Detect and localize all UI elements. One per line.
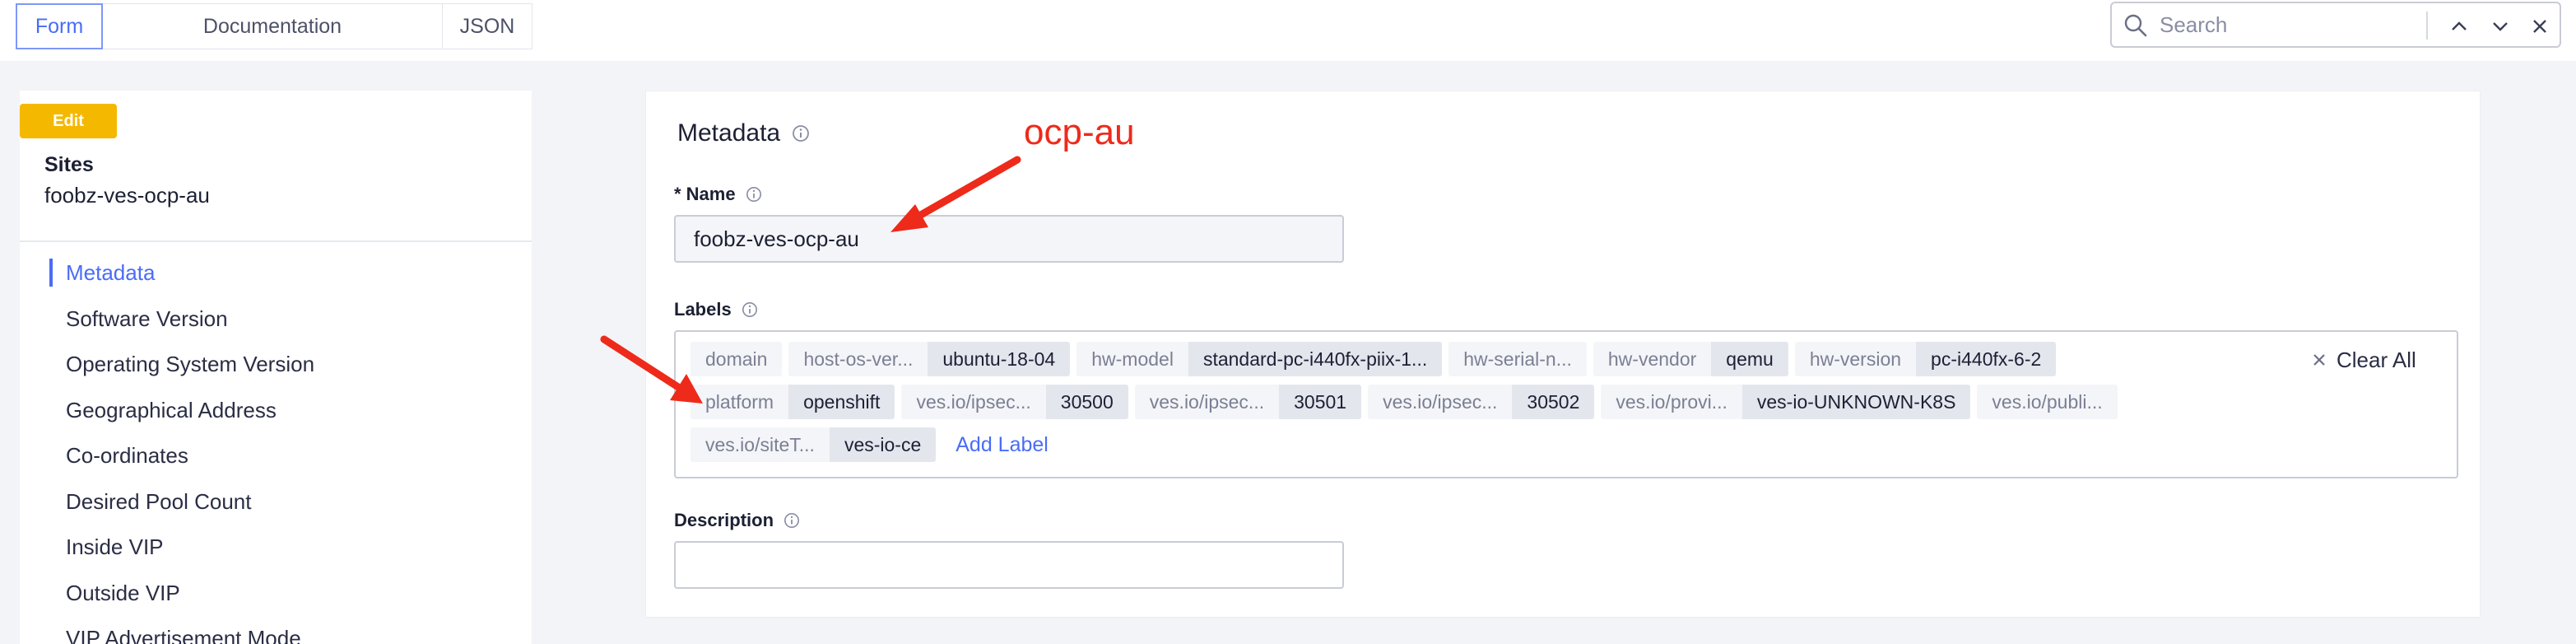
info-icon[interactable]	[783, 512, 800, 529]
label-chip[interactable]: ves.io/publi...	[1977, 385, 2118, 419]
label-chip[interactable]: ves.io/ipsec... 30501	[1134, 385, 1362, 419]
section-title-text: Metadata	[677, 119, 781, 147]
sidebar-item-outside-vip[interactable]: Outside VIP	[49, 571, 510, 617]
label-value: qemu	[1711, 342, 1788, 376]
section-title: Metadata	[677, 119, 810, 147]
label-chip[interactable]: host-os-ver... ubuntu-18-04	[788, 342, 1071, 376]
sidebar-nav: Metadata Software Version Operating Syst…	[49, 250, 510, 644]
view-tabs: Form Documentation JSON	[16, 3, 532, 49]
label-chip[interactable]: platform openshift	[690, 385, 895, 419]
label-value: ubuntu-18-04	[928, 342, 1071, 376]
top-bar: Form Documentation JSON	[0, 0, 2576, 61]
label-value: standard-pc-i440fx-piix-1...	[1188, 342, 1443, 376]
labels-row: ves.io/siteT... ves-io-ce Add Label	[690, 427, 1049, 462]
label-chip[interactable]: domain	[690, 342, 783, 376]
label-chip[interactable]: hw-serial-n...	[1448, 342, 1587, 376]
label-value: 30500	[1045, 385, 1128, 419]
site-name: foobz-ves-ocp-au	[44, 183, 210, 208]
label-key: ves.io/ipsec...	[901, 385, 1046, 419]
tab-json[interactable]: JSON	[442, 3, 532, 49]
label-value: ves-io-ce	[829, 427, 937, 462]
name-label-text: * Name	[674, 184, 736, 204]
labels-label-text: Labels	[674, 299, 732, 320]
sidebar-item-vip-advertisement-mode[interactable]: VIP Advertisement Mode	[49, 616, 510, 644]
name-input[interactable]	[674, 215, 1344, 263]
label-key: ves.io/publi...	[1977, 385, 2118, 419]
label-value: pc-i440fx-6-2	[1916, 342, 2057, 376]
next-result-button[interactable]	[2485, 12, 2515, 41]
label-key: domain	[690, 342, 783, 376]
label-key: ves.io/ipsec...	[1368, 385, 1513, 419]
label-chip[interactable]: ves.io/ipsec... 30502	[1368, 385, 1595, 419]
sidebar-item-metadata[interactable]: Metadata	[49, 250, 510, 296]
label-chip[interactable]: hw-model standard-pc-i440fx-piix-1...	[1076, 342, 1443, 376]
clear-all-button[interactable]: Clear All	[2312, 347, 2416, 373]
sidebar-item-operating-system-version[interactable]: Operating System Version	[49, 342, 510, 388]
edit-badge: Edit	[20, 104, 117, 138]
label-key: ves.io/siteT...	[690, 427, 830, 462]
metadata-card: Metadata * Name Labels domainhost-os-ver…	[645, 91, 2481, 618]
labels-row: platform openshift ves.io/ipsec... 30500 ves…	[690, 385, 2124, 419]
search-icon	[2124, 14, 2147, 37]
close-search-button[interactable]	[2525, 12, 2555, 41]
close-icon	[2313, 354, 2325, 366]
description-label-text: Description	[674, 510, 774, 530]
sidebar-item-inside-vip[interactable]: Inside VIP	[49, 525, 510, 571]
label-chip[interactable]: ves.io/siteT... ves-io-ce	[690, 427, 937, 462]
chevron-down-icon	[2493, 22, 2508, 31]
close-icon	[2533, 20, 2546, 33]
sidebar-title: Sites	[44, 153, 94, 176]
sidebar-item-desired-pool-count[interactable]: Desired Pool Count	[49, 479, 510, 525]
sidebar-item-geographical-address[interactable]: Geographical Address	[49, 388, 510, 434]
name-field-label: * Name	[674, 184, 762, 205]
label-key: host-os-ver...	[788, 342, 928, 376]
sidebar-item-software-version[interactable]: Software Version	[49, 296, 510, 343]
search-divider	[2426, 12, 2428, 40]
search-input[interactable]	[2160, 8, 2472, 41]
label-key: platform	[690, 385, 789, 419]
add-label-button[interactable]: Add Label	[942, 427, 1049, 462]
info-icon[interactable]	[742, 301, 758, 318]
label-value: ves-io-UNKNOWN-K8S	[1741, 385, 1971, 419]
labels-row: domain host-os-ver... ubuntu-18-04 hw-model…	[690, 342, 2062, 376]
sidebar-item-co-ordinates[interactable]: Co-ordinates	[49, 433, 510, 479]
tab-documentation[interactable]: Documentation	[102, 3, 443, 49]
label-value: 30502	[1512, 385, 1595, 419]
sidebar: Edit Sites foobz-ves-ocp-au Metadata Sof…	[20, 91, 532, 644]
label-chip[interactable]: ves.io/provi... ves-io-UNKNOWN-K8S	[1601, 385, 1971, 419]
sidebar-divider	[20, 240, 532, 242]
chevron-up-icon	[2452, 21, 2467, 30]
label-chip[interactable]: hw-vendor qemu	[1593, 342, 1788, 376]
clear-all-label: Clear All	[2337, 347, 2416, 372]
label-chip[interactable]: hw-version pc-i440fx-6-2	[1794, 342, 2057, 376]
info-icon[interactable]	[792, 124, 810, 142]
previous-result-button[interactable]	[2444, 12, 2474, 41]
labels-box: domain host-os-ver... ubuntu-18-04 hw-model…	[674, 330, 2458, 478]
label-value: openshift	[788, 385, 895, 419]
label-key: ves.io/ipsec...	[1134, 385, 1280, 419]
label-key: hw-serial-n...	[1448, 342, 1587, 376]
label-value: 30501	[1279, 385, 1362, 419]
label-key: hw-model	[1076, 342, 1188, 376]
label-key: hw-vendor	[1593, 342, 1712, 376]
description-input[interactable]	[674, 541, 1344, 589]
labels-field-label: Labels	[674, 299, 758, 320]
label-key: ves.io/provi...	[1601, 385, 1742, 419]
label-chip[interactable]: ves.io/ipsec... 30500	[901, 385, 1128, 419]
tab-form[interactable]: Form	[16, 3, 103, 49]
label-key: hw-version	[1794, 342, 1917, 376]
search-box	[2110, 2, 2561, 48]
annotation-text: ocp-au	[1024, 112, 1135, 152]
description-field-label: Description	[674, 510, 800, 531]
info-icon[interactable]	[746, 186, 762, 203]
